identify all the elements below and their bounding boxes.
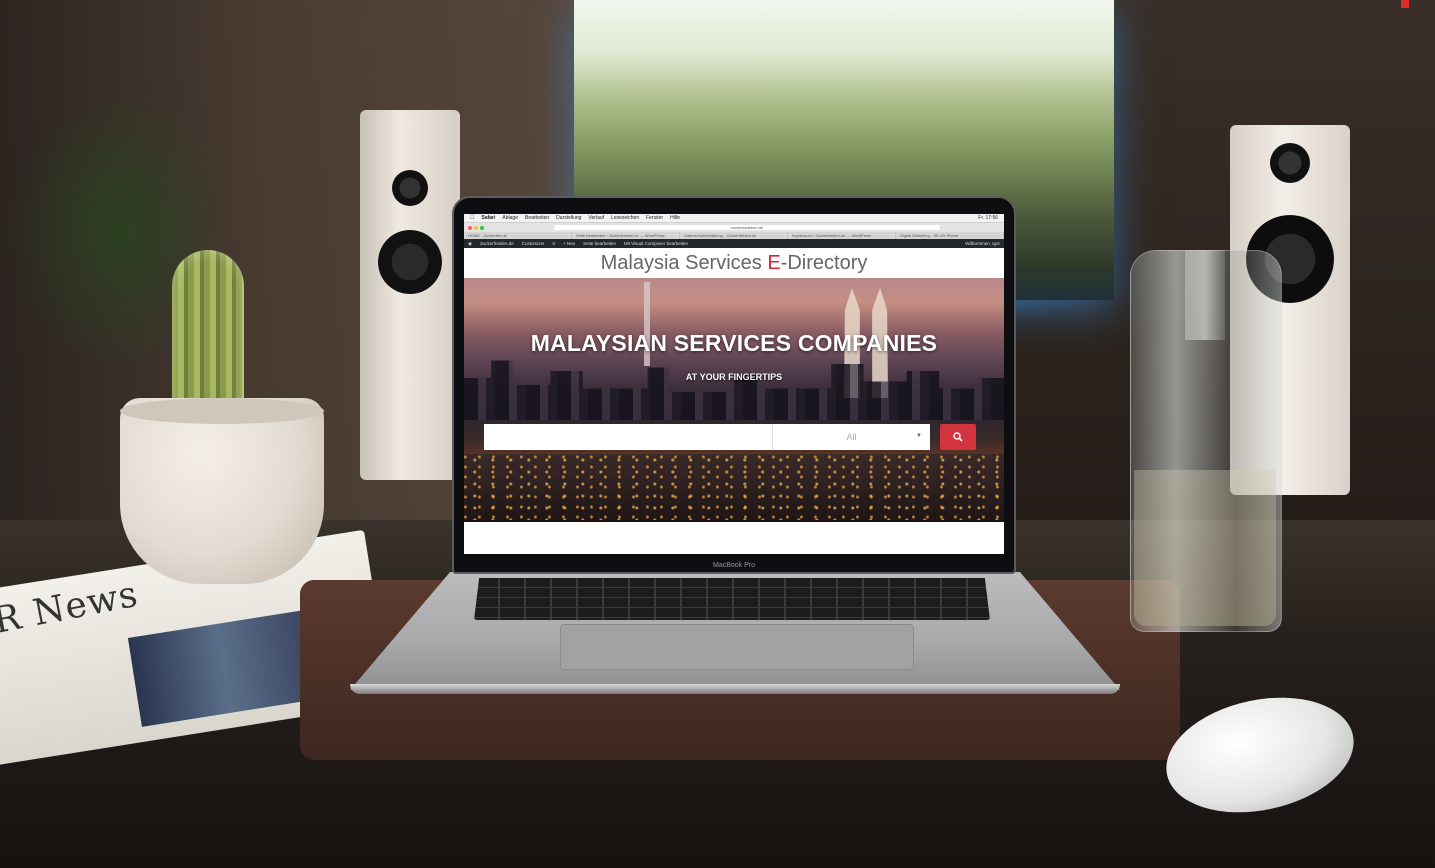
menu-item[interactable]: Safari [482, 215, 496, 221]
city-lights [464, 454, 1004, 520]
speaker-tweeter [392, 170, 428, 206]
menu-item[interactable]: Fenster [646, 215, 663, 221]
mac-menubar:  Safari Ablage Bearbeiten Darstellung V… [464, 214, 1004, 222]
site-title[interactable]: Malaysia Services E -Directory [464, 248, 1004, 278]
site-title-prefix: Malaysia Services [600, 251, 768, 274]
wp-admin-bar: ◉ Zuckerfreiden.de Customizer 0 + Neu Se… [464, 239, 1004, 248]
speaker-tweeter [1270, 143, 1310, 183]
wp-bar-item[interactable]: Zuckerfreiden.de [480, 241, 514, 246]
menu-item[interactable]: Bearbeiten [525, 215, 549, 221]
pot-icon [120, 398, 324, 584]
menu-item[interactable]: Ablage [502, 215, 518, 221]
browser-tab[interactable]: Impressum ‹ Zuckerfreiden.de — WordPress [788, 232, 896, 239]
browser-tab[interactable]: Datenschutzerklärung - Zuckerfreiden.de [680, 232, 788, 239]
menu-item[interactable]: Verlauf [588, 215, 604, 221]
wp-logo-icon[interactable]: ◉ [468, 241, 472, 247]
keyboard [474, 578, 990, 620]
menu-item[interactable]: Darstellung [556, 215, 581, 221]
newspaper-photo [127, 609, 320, 727]
city-skyline [464, 360, 1004, 420]
address-bar[interactable]: zuckerlosleben.de [554, 225, 940, 230]
wp-bar-item[interactable]: 0 [552, 241, 555, 246]
photo-scene: R News MacBook Pro  Safari Ablage Bearb… [0, 0, 1435, 868]
search-input[interactable] [484, 424, 772, 450]
plant-icon [0, 20, 340, 440]
category-select-value: All [846, 432, 857, 442]
speaker-icon [360, 110, 460, 480]
speaker-woofer [378, 230, 442, 294]
corner-mark [1401, 0, 1409, 8]
pot-rim [120, 398, 324, 424]
trackpad [560, 624, 914, 670]
menu-item[interactable]: Lesezeichen [611, 215, 639, 221]
browser-tab[interactable]: HOME - Zuckerfrei.de [464, 232, 572, 239]
window-controls [468, 225, 484, 230]
hero-subline: AT YOUR FINGERTIPS [685, 372, 783, 382]
wp-bar-item[interactable]: Seite bearbeiten [583, 241, 616, 246]
wp-bar-item[interactable]: Mit Visual Composer bearbeiten [624, 241, 688, 246]
wp-bar-item[interactable]: + Neu [563, 241, 575, 246]
search-button[interactable] [940, 424, 976, 450]
apple-icon[interactable]:  [470, 215, 475, 221]
zoom-icon[interactable] [480, 225, 484, 230]
newspaper-masthead: R News [0, 573, 142, 643]
browser-tab[interactable]: Seite bearbeiten ‹ Zuckerfreiden.de — Wo… [572, 232, 680, 239]
site-title-suffix: -Directory [780, 251, 868, 274]
bottle-water [1134, 470, 1276, 626]
laptop-screen:  Safari Ablage Bearbeiten Darstellung V… [464, 214, 1004, 554]
wp-greeting[interactable]: Willkommen, Igor [965, 241, 1000, 246]
laptop-model-label: MacBook Pro [712, 562, 756, 569]
browser-tabs: HOME - Zuckerfrei.de Seite bearbeiten ‹ … [464, 232, 1004, 239]
menubar-clock[interactable]: Fr. 17:56 [978, 215, 998, 221]
search-bar: All ▼ [484, 424, 976, 450]
browser-toolbar: zuckerlosleben.de [464, 222, 1004, 232]
close-icon[interactable] [468, 225, 472, 230]
search-icon [953, 432, 963, 442]
hero-headline: MALAYSIAN SERVICES COMPANIES [530, 330, 938, 356]
laptop-front-edge [350, 684, 1120, 694]
menu-item[interactable]: Hilfe [670, 215, 680, 221]
wp-bar-item[interactable]: Customizer [522, 241, 545, 246]
site-title-accent: E [767, 251, 781, 274]
minimize-icon[interactable] [474, 225, 478, 230]
chevron-down-icon: ▼ [916, 433, 922, 439]
browser-tab[interactable]: Digital Marketing - SE-UX Phone [896, 232, 1004, 239]
hero-banner: MALAYSIAN SERVICES COMPANIES AT YOUR FIN… [464, 278, 1004, 522]
category-select[interactable]: All ▼ [772, 424, 930, 450]
